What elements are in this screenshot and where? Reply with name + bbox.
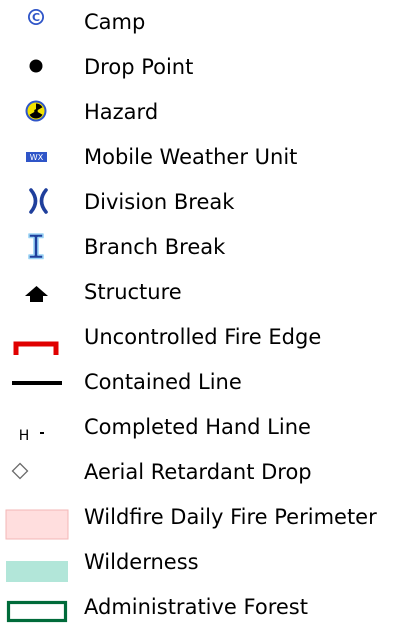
fire-perimeter-swatch bbox=[5, 509, 69, 540]
legend-label: Completed Hand Line bbox=[84, 415, 311, 439]
legend-item-wildfire-daily-fire-perimeter: Wildfire Daily Fire Perimeter bbox=[0, 495, 416, 540]
weather-unit-badge-text: WX bbox=[30, 153, 44, 162]
legend-label: Uncontrolled Fire Edge bbox=[84, 325, 322, 349]
legend-item-wilderness: Wilderness bbox=[0, 540, 416, 585]
structure-icon bbox=[25, 286, 48, 302]
legend-label: Wilderness bbox=[84, 550, 199, 574]
hand-line-symbol-text: H bbox=[19, 428, 30, 444]
legend-label: Contained Line bbox=[84, 370, 242, 394]
administrative-forest-swatch bbox=[6, 600, 68, 623]
legend-item-drop-point: Drop Point bbox=[0, 45, 416, 90]
legend-label: Camp bbox=[84, 10, 146, 34]
map-legend: C Camp Drop Point Hazard WX Mobile Weath… bbox=[0, 0, 416, 634]
legend-label: Aerial Retardant Drop bbox=[84, 460, 312, 484]
contained-line-icon bbox=[12, 381, 62, 385]
division-break-icon bbox=[29, 188, 48, 214]
legend-label: Mobile Weather Unit bbox=[84, 145, 298, 169]
legend-item-aerial-retardant-drop: Aerial Retardant Drop bbox=[0, 450, 416, 495]
hazard-icon bbox=[25, 100, 47, 122]
svg-text:C: C bbox=[32, 11, 40, 24]
legend-item-contained-line: Contained Line bbox=[0, 360, 416, 405]
legend-item-branch-break: Branch Break bbox=[0, 225, 416, 270]
legend-item-uncontrolled-fire-edge: Uncontrolled Fire Edge bbox=[0, 315, 416, 360]
hand-line-icon: H bbox=[19, 428, 44, 444]
legend-item-hazard: Hazard bbox=[0, 90, 416, 135]
legend-item-structure: Structure bbox=[0, 270, 416, 315]
camp-icon: C bbox=[28, 9, 44, 25]
branch-break-icon bbox=[28, 233, 44, 260]
weather-unit-icon: WX bbox=[26, 152, 47, 162]
legend-label: Division Break bbox=[84, 190, 235, 214]
legend-label: Structure bbox=[84, 280, 182, 304]
uncontrolled-fire-edge-icon bbox=[13, 341, 59, 355]
legend-label: Hazard bbox=[84, 100, 159, 124]
legend-item-completed-hand-line: H Completed Hand Line bbox=[0, 405, 416, 450]
legend-label: Branch Break bbox=[84, 235, 226, 259]
legend-label: Wildfire Daily Fire Perimeter bbox=[84, 505, 377, 529]
legend-item-camp: C Camp bbox=[0, 0, 416, 45]
legend-label: Administrative Forest bbox=[84, 595, 308, 619]
legend-item-administrative-forest: Administrative Forest bbox=[0, 585, 416, 630]
legend-label: Drop Point bbox=[84, 55, 194, 79]
retardant-drop-icon bbox=[11, 462, 29, 480]
legend-item-mobile-weather-unit: WX Mobile Weather Unit bbox=[0, 135, 416, 180]
wilderness-swatch bbox=[6, 561, 68, 582]
legend-item-division-break: Division Break bbox=[0, 180, 416, 225]
drop-point-icon bbox=[29, 59, 43, 73]
